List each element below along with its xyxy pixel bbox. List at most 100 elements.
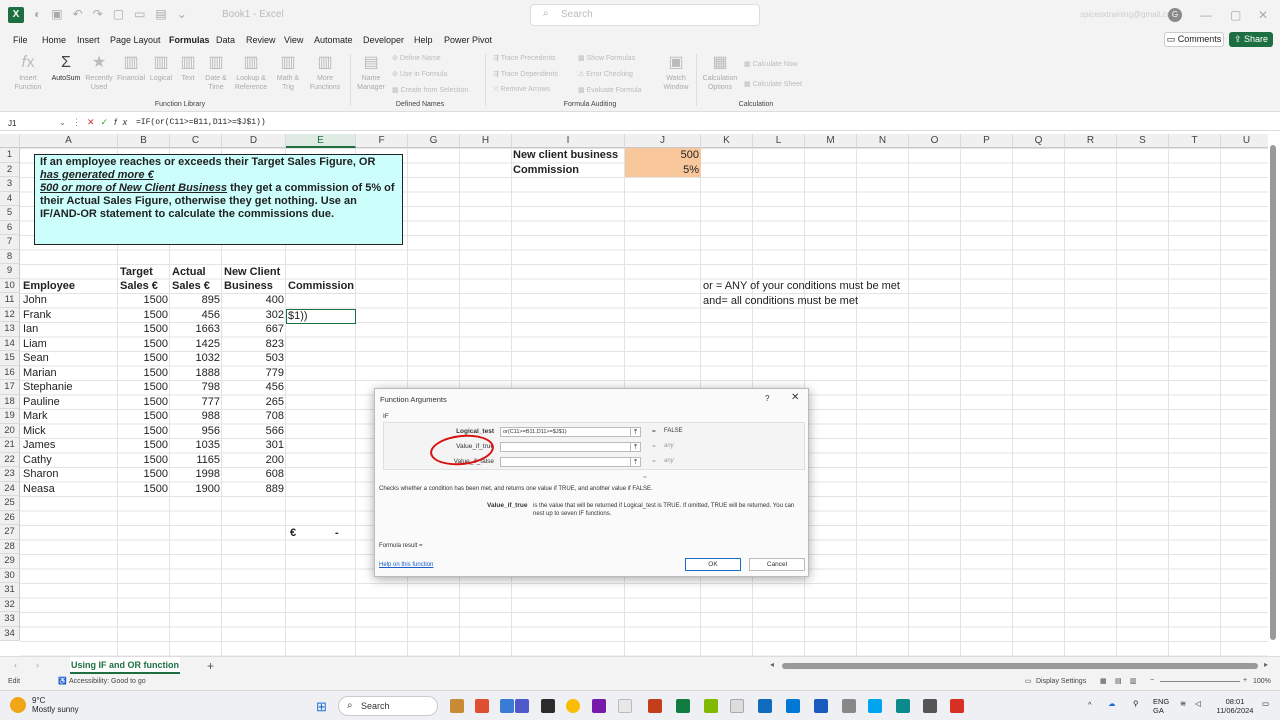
header-target[interactable]: Target (120, 266, 153, 278)
tray-chevron-icon[interactable]: ^ (1088, 700, 1092, 709)
insert-function-fx-icon[interactable]: fx (114, 117, 133, 127)
error-checking-button[interactable]: ⚠ Error Checking (578, 70, 633, 78)
grey-app-icon[interactable] (842, 699, 856, 713)
column-header-n[interactable]: N (857, 134, 909, 148)
row-header-17[interactable]: 17 (0, 380, 20, 395)
column-header-a[interactable]: A (20, 134, 118, 148)
employee-name-cell[interactable]: Stephanie (23, 381, 73, 393)
employee-name-cell[interactable]: Neasa (23, 483, 55, 495)
remove-arrows-button[interactable]: ⤫ Remove Arrows (493, 86, 550, 94)
employee-new_client-cell[interactable]: 503 (222, 352, 284, 364)
row-header-13[interactable]: 13 (0, 322, 20, 337)
employee-actual-cell[interactable]: 798 (170, 381, 220, 393)
row-header-24[interactable]: 24 (0, 481, 20, 496)
employee-actual-cell[interactable]: 456 (170, 309, 220, 321)
column-header-e[interactable]: E (286, 134, 356, 148)
value-if-false-input[interactable] (500, 457, 636, 467)
header-actual[interactable]: Actual (172, 266, 206, 278)
minimize-icon[interactable]: — (1200, 8, 1212, 22)
column-header-h[interactable]: H (460, 134, 512, 148)
close-window-icon[interactable]: ✕ (1258, 8, 1268, 22)
column-header-o[interactable]: O (909, 134, 961, 148)
name-box[interactable]: J1 ⌄ (5, 117, 67, 130)
row-header-16[interactable]: 16 (0, 365, 20, 380)
onenote-app-icon[interactable] (592, 699, 606, 713)
employee-target-cell[interactable]: 1500 (118, 439, 168, 451)
employee-name-cell[interactable]: Mark (23, 410, 47, 422)
powerpoint-app-icon[interactable] (648, 699, 662, 713)
trace-dependents-button[interactable]: ⇶ Trace Dependents (493, 70, 558, 78)
define-name-button[interactable]: ⊘ Define Name (392, 54, 441, 62)
taskbar-search[interactable]: ⌕ Search (338, 696, 438, 716)
row-header-9[interactable]: 9 (0, 264, 20, 279)
system-app-icon[interactable] (923, 699, 937, 713)
column-header-s[interactable]: S (1117, 134, 1169, 148)
help-on-function-link[interactable]: Help on this function (379, 562, 433, 568)
word-app-icon[interactable] (814, 699, 828, 713)
employee-actual-cell[interactable]: 1663 (170, 323, 220, 335)
confirm-edit-icon[interactable]: ✓ (101, 117, 115, 127)
and-note[interactable]: and= all conditions must be met (703, 295, 858, 307)
column-header-t[interactable]: T (1169, 134, 1221, 148)
math-trig-button[interactable]: ▥ Math & Trig (272, 52, 304, 92)
more-functions-button[interactable]: ▥ More Functions (306, 52, 344, 92)
employee-new_client-cell[interactable]: 400 (222, 294, 284, 306)
row-header-33[interactable]: 33 (0, 612, 20, 627)
trace-precedents-button[interactable]: ⇶ Trace Precedents (493, 54, 556, 62)
header-commission[interactable]: Commission (288, 280, 354, 292)
weather-widget[interactable]: 9°C Mostly sunny (32, 696, 79, 714)
new-client-label[interactable]: New client business (513, 149, 618, 161)
employee-name-cell[interactable]: Pauline (23, 396, 60, 408)
close-icon[interactable]: ✕ (791, 392, 799, 403)
tab-help[interactable]: Help (414, 35, 433, 45)
row-header-1[interactable]: 1 (0, 148, 20, 163)
column-header-c[interactable]: C (170, 134, 222, 148)
row-header-14[interactable]: 14 (0, 336, 20, 351)
date-time-button[interactable]: ▥ Date & Time (202, 52, 230, 92)
row-header-15[interactable]: 15 (0, 351, 20, 366)
row-header-27[interactable]: 27 (0, 525, 20, 540)
watch-window-button[interactable]: ▣ Watch Window (660, 52, 692, 92)
employee-actual-cell[interactable]: 777 (170, 396, 220, 408)
wifi-icon[interactable]: ≋ (1180, 699, 1186, 708)
cancel-edit-icon[interactable]: ✕ (87, 117, 101, 127)
avatar[interactable]: G (1168, 8, 1182, 22)
notifications-icon[interactable]: ▭ (1262, 699, 1269, 708)
name-manager-button[interactable]: ▤ Name Manager (355, 52, 387, 92)
row-header-5[interactable]: 5 (0, 206, 20, 221)
tab-developer[interactable]: Developer (363, 35, 404, 45)
employee-actual-cell[interactable]: 1035 (170, 439, 220, 451)
tab-insert[interactable]: Insert (77, 35, 100, 45)
green-app-icon[interactable] (704, 699, 718, 713)
employee-name-cell[interactable]: Mick (23, 425, 46, 437)
employee-target-cell[interactable]: 1500 (118, 425, 168, 437)
zoom-level[interactable]: 100% (1253, 678, 1271, 685)
row-header-7[interactable]: 7 (0, 235, 20, 250)
text-button[interactable]: ▥ Text (176, 52, 200, 83)
employee-new_client-cell[interactable]: 200 (222, 454, 284, 466)
employee-actual-cell[interactable]: 1900 (170, 483, 220, 495)
employee-target-cell[interactable]: 1500 (118, 338, 168, 350)
employee-target-cell[interactable]: 1500 (118, 468, 168, 480)
employee-new_client-cell[interactable]: 708 (222, 410, 284, 422)
row-header-20[interactable]: 20 (0, 423, 20, 438)
employee-target-cell[interactable]: 1500 (118, 454, 168, 466)
volume-icon[interactable]: ◁ (1195, 699, 1201, 708)
share-button[interactable]: ⇪ Share (1229, 32, 1273, 47)
redo-icon[interactable]: ↷ (93, 7, 103, 23)
row-header-31[interactable]: 31 (0, 583, 20, 598)
onedrive-icon[interactable]: ☁ (1108, 699, 1116, 708)
employee-new_client-cell[interactable]: 456 (222, 381, 284, 393)
create-from-selection-button[interactable]: ▦ Create from Selection (392, 86, 468, 94)
help-icon[interactable]: ? (765, 394, 769, 403)
edge-app-icon[interactable] (758, 699, 772, 713)
horizontal-scrollbar[interactable] (782, 663, 1258, 669)
row-header-22[interactable]: 22 (0, 452, 20, 467)
outlook-app-icon[interactable] (786, 699, 800, 713)
row-header-3[interactable]: 3 (0, 177, 20, 192)
employee-target-cell[interactable]: 1500 (118, 396, 168, 408)
employee-new_client-cell[interactable]: 301 (222, 439, 284, 451)
autosave-toggle-icon[interactable]: ◐ (34, 7, 41, 23)
tab-page-layout[interactable]: Page Layout (110, 35, 161, 45)
employee-name-cell[interactable]: Marian (23, 367, 57, 379)
